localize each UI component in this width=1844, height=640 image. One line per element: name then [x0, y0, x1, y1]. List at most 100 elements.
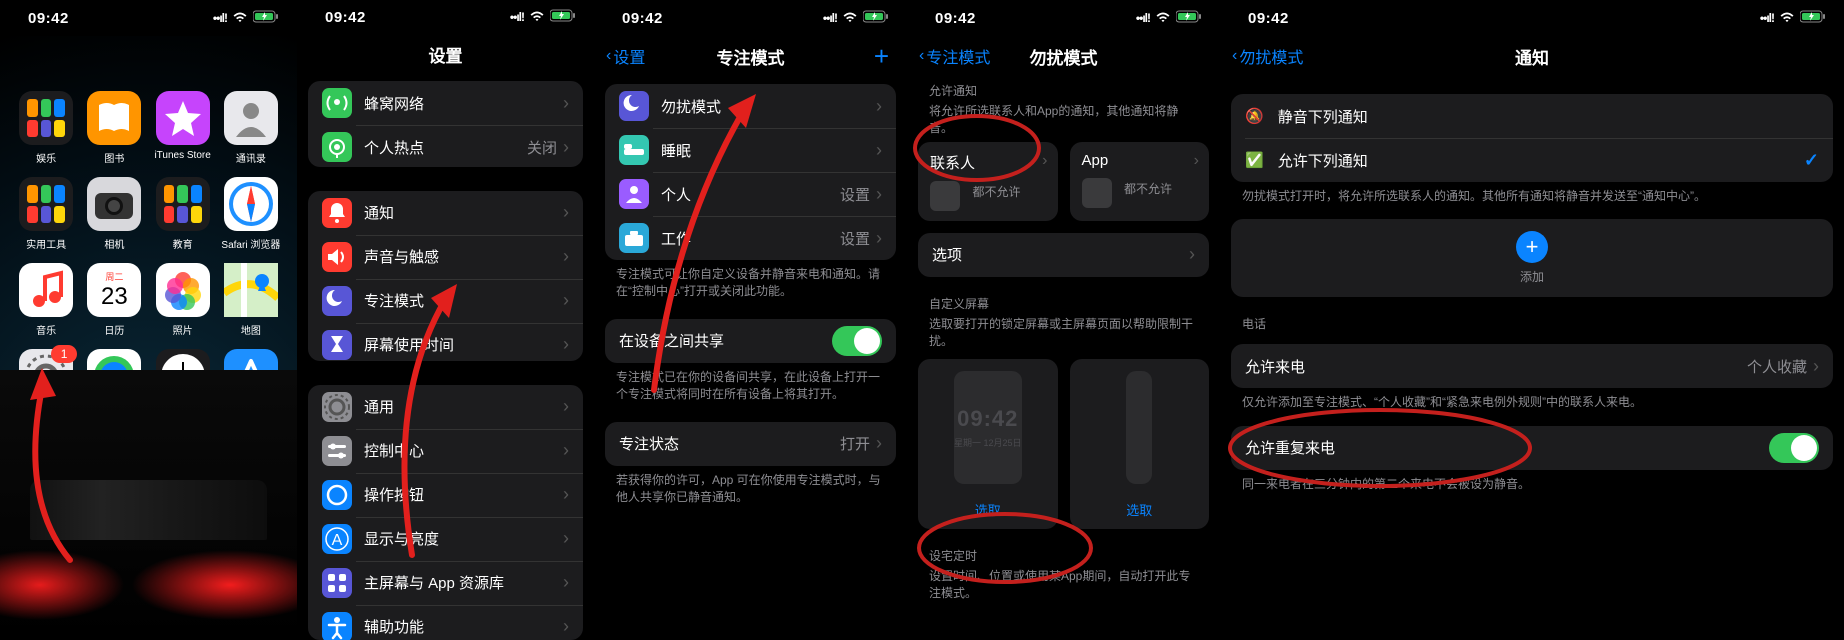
back-label: 专注模式	[926, 44, 990, 68]
battery-icon	[253, 10, 279, 27]
signal-icon: ••ıl!	[823, 11, 837, 25]
app-实用工具[interactable]: 实用工具	[14, 177, 78, 251]
allow-row[interactable]: ✅ 允许下列通知 ✓	[1231, 138, 1833, 182]
settings-row-睡眠[interactable]: 睡眠›	[605, 128, 896, 172]
settings-row-蜂窝网络[interactable]: 蜂窝网络›	[308, 81, 583, 125]
settings-row-显示与亮度[interactable]: A显示与亮度›	[308, 517, 583, 561]
wifi-icon	[232, 10, 248, 27]
status-bar: 09:42 ••ıl!	[297, 0, 594, 35]
add-people-tile[interactable]: + 添加	[1231, 219, 1833, 297]
battery-icon	[1800, 10, 1826, 27]
settings-row-声音与触感[interactable]: 声音与触感›	[308, 235, 583, 279]
checkmark-icon: ✓	[1804, 150, 1819, 171]
status-time: 09:42	[622, 10, 663, 27]
silence-row[interactable]: 🔕 静音下列通知	[1231, 94, 1833, 138]
add-button[interactable]: +	[874, 46, 889, 66]
app-icon	[19, 263, 73, 317]
app-日历[interactable]: 周二23 日历	[82, 263, 146, 337]
row-label: 允许下列通知	[1278, 150, 1804, 171]
home-screen[interactable]: 娱乐图书 iTunes Store 通讯录实用工具相机 教育 Safari 浏览器音乐周…	[0, 36, 297, 640]
chevron-right-icon: ›	[563, 246, 569, 267]
app-iTunes Store[interactable]: iTunes Store	[151, 91, 215, 165]
settings-row-辅助功能[interactable]: 辅助功能›	[308, 605, 583, 640]
app-icon: 周二23	[87, 263, 141, 317]
calls-group: 允许来电 个人收藏 ›	[1231, 344, 1833, 388]
screen-dnd-notifications: 09:42 ••ıl! ‹ 勿扰模式 通知 🔕 静音下列通知 ✅ 允许下列通知 …	[1220, 0, 1844, 640]
settings-row-控制中心[interactable]: 控制中心›	[308, 429, 583, 473]
options-group: 选项 ›	[918, 233, 1209, 277]
row-label: 通用	[364, 396, 563, 417]
status-group: 专注状态 打开 ›	[605, 422, 896, 466]
chevron-right-icon: ›	[563, 334, 569, 355]
row-label: 允许重复来电	[1245, 437, 1769, 458]
select-button[interactable]: 选取	[975, 500, 1001, 519]
settings-row-勿扰模式[interactable]: 勿扰模式›	[605, 84, 896, 128]
settings-row-通用[interactable]: 通用›	[308, 385, 583, 429]
app-name: 相机	[104, 236, 124, 251]
app-照片[interactable]: 照片	[151, 263, 215, 337]
app-相机[interactable]: 相机	[82, 177, 146, 251]
app-placeholder	[1082, 178, 1112, 208]
gear-icon	[322, 392, 352, 422]
app-娱乐[interactable]: 娱乐	[14, 91, 78, 165]
app-icon	[87, 91, 141, 145]
apps-card[interactable]: App › 都不允许	[1070, 142, 1210, 221]
repeat-caption: 同一来电者在三分钟内的第二个来电不会被设为静音。	[1242, 476, 1822, 493]
row-label: 个人	[661, 184, 840, 205]
lock-screen-preview[interactable]: 09:42 星期一 12月25日 选取	[918, 359, 1058, 529]
app-name: 日历	[104, 322, 124, 337]
app-通讯录[interactable]: 通讯录	[219, 91, 283, 165]
row-label: 声音与触感	[364, 246, 563, 267]
back-button[interactable]: ‹ 设置	[606, 44, 645, 68]
home-screen-preview[interactable]: 选取	[1070, 359, 1210, 529]
chevron-right-icon: ›	[563, 484, 569, 505]
allow-caption: 将允许所选联系人和App的通知，其他通知将静音。	[929, 103, 1198, 138]
app-name: Safari 浏览器	[221, 236, 280, 251]
app-图书[interactable]: 图书	[82, 91, 146, 165]
select-button[interactable]: 选取	[1126, 500, 1152, 519]
person-icon	[619, 179, 649, 209]
status-time: 09:42	[1248, 10, 1289, 27]
settings-row-屏幕使用时间[interactable]: 屏幕使用时间›	[308, 323, 583, 361]
back-button[interactable]: ‹ 专注模式	[919, 44, 990, 68]
row-label: 个人热点	[364, 137, 527, 158]
app-icon	[19, 91, 73, 145]
chevron-right-icon: ›	[563, 137, 569, 158]
chevron-right-icon: ›	[563, 440, 569, 461]
contacts-card[interactable]: 联系人 › 都不允许	[918, 142, 1058, 221]
toggle-on[interactable]	[1769, 433, 1819, 463]
settings-row-主屏幕与 App 资源库[interactable]: 主屏幕与 App 资源库›	[308, 561, 583, 605]
settings-row-个人热点[interactable]: 个人热点关闭›	[308, 125, 583, 166]
row-value: 设置	[840, 184, 870, 205]
lock-preview-time: 09:42	[957, 406, 1018, 432]
settings-row-通知[interactable]: 通知›	[308, 191, 583, 235]
row-label: 勿扰模式	[661, 96, 876, 117]
app-Safari 浏览器[interactable]: Safari 浏览器	[219, 177, 283, 251]
app-icon	[156, 263, 210, 317]
settings-row-个人[interactable]: 个人设置›	[605, 172, 896, 216]
back-button[interactable]: ‹ 勿扰模式	[1232, 44, 1303, 68]
focus-status-row[interactable]: 专注状态 打开 ›	[605, 422, 896, 466]
app-音乐[interactable]: 音乐	[14, 263, 78, 337]
toggle-on[interactable]	[832, 326, 882, 356]
app-地图[interactable]: 地图	[219, 263, 283, 337]
app-教育[interactable]: 教育	[151, 177, 215, 251]
settings-row-专注模式[interactable]: 专注模式›	[308, 279, 583, 323]
badge: 1	[51, 345, 77, 363]
repeat-calls-row[interactable]: 允许重复来电	[1231, 426, 1833, 470]
share-row[interactable]: 在设备之间共享	[605, 319, 896, 363]
options-row[interactable]: 选项 ›	[918, 233, 1209, 277]
bed-icon	[619, 135, 649, 165]
allow-calls-row[interactable]: 允许来电 个人收藏 ›	[1231, 344, 1833, 388]
settings-row-工作[interactable]: 工作设置›	[605, 216, 896, 260]
app-name: 图书	[104, 150, 124, 165]
app-icon	[156, 177, 210, 231]
back-label: 勿扰模式	[1239, 44, 1303, 68]
app-name: iTunes Store	[154, 150, 210, 161]
share-caption: 专注模式已在你的设备间共享，在此设备上打开一个专注模式将同时在所有设备上将其打开…	[616, 369, 885, 404]
chevron-right-icon: ›	[876, 433, 882, 454]
row-value: 打开	[840, 433, 870, 454]
chevron-right-icon: ›	[876, 140, 882, 161]
settings-row-操作按钮[interactable]: 操作按钮›	[308, 473, 583, 517]
chevron-right-icon: ›	[563, 290, 569, 311]
